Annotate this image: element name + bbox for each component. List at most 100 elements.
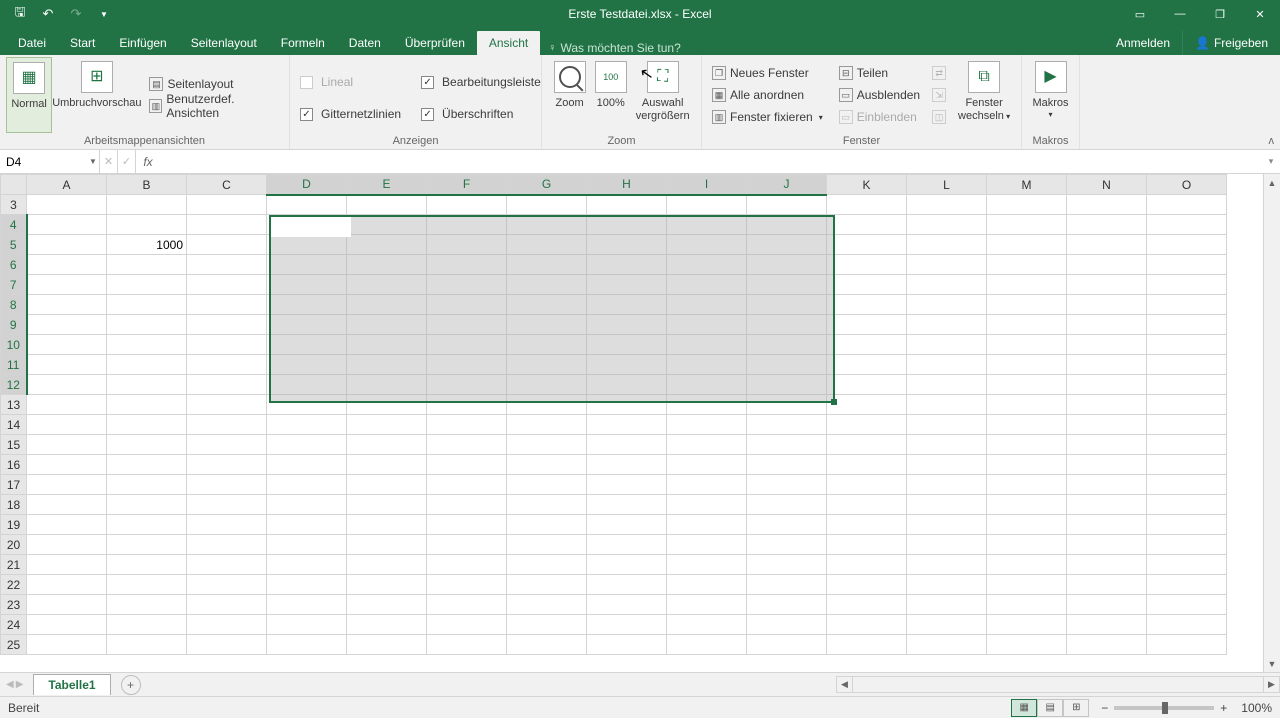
cell[interactable] (667, 615, 747, 635)
cell[interactable] (427, 395, 507, 415)
cell[interactable] (1067, 515, 1147, 535)
cell[interactable] (987, 375, 1067, 395)
cell[interactable] (1147, 375, 1227, 395)
cell[interactable] (1067, 215, 1147, 235)
cell[interactable] (27, 235, 107, 255)
select-all-corner[interactable] (1, 175, 27, 195)
cell[interactable] (267, 315, 347, 335)
qat-customize-icon[interactable]: ▼ (92, 2, 116, 26)
cell[interactable] (27, 535, 107, 555)
row-header[interactable]: 18 (1, 495, 27, 515)
cell[interactable] (587, 575, 667, 595)
cell[interactable] (1147, 195, 1227, 215)
cell[interactable] (107, 555, 187, 575)
cell[interactable] (27, 215, 107, 235)
cell[interactable] (187, 435, 267, 455)
column-header[interactable]: J (747, 175, 827, 195)
cell[interactable] (427, 575, 507, 595)
cell[interactable] (907, 355, 987, 375)
cell[interactable] (587, 455, 667, 475)
cell[interactable] (347, 235, 427, 255)
cell[interactable] (507, 195, 587, 215)
cell[interactable] (907, 495, 987, 515)
cell[interactable] (747, 395, 827, 415)
cell[interactable] (987, 635, 1067, 655)
custom-views-button[interactable]: ▥ Benutzerdef. Ansichten (145, 95, 283, 117)
close-icon[interactable]: ✕ (1240, 0, 1280, 28)
cell[interactable] (667, 315, 747, 335)
cell[interactable] (107, 195, 187, 215)
cell[interactable] (827, 395, 907, 415)
cell[interactable] (1147, 295, 1227, 315)
scroll-left-icon[interactable]: ◀ (836, 676, 853, 693)
cell[interactable] (507, 415, 587, 435)
cell[interactable] (907, 215, 987, 235)
column-header[interactable]: N (1067, 175, 1147, 195)
cell[interactable] (827, 195, 907, 215)
cell[interactable] (267, 475, 347, 495)
cell[interactable] (747, 255, 827, 275)
cell[interactable] (827, 495, 907, 515)
cell[interactable] (587, 595, 667, 615)
cell[interactable] (267, 635, 347, 655)
cell[interactable] (747, 195, 827, 215)
cell[interactable] (987, 455, 1067, 475)
cell[interactable] (427, 435, 507, 455)
cell[interactable] (507, 275, 587, 295)
cell[interactable] (827, 335, 907, 355)
row-header[interactable]: 25 (1, 635, 27, 655)
cell[interactable] (267, 255, 347, 275)
cell[interactable] (107, 215, 187, 235)
cell[interactable] (27, 275, 107, 295)
cell[interactable] (907, 415, 987, 435)
cell[interactable] (827, 415, 907, 435)
cell[interactable] (827, 235, 907, 255)
cell[interactable]: 1000 (107, 235, 187, 255)
cell[interactable] (1067, 375, 1147, 395)
row-header[interactable]: 9 (1, 315, 27, 335)
cell[interactable] (347, 575, 427, 595)
cell[interactable] (347, 635, 427, 655)
cell[interactable] (267, 495, 347, 515)
cell[interactable] (347, 495, 427, 515)
cell[interactable] (187, 455, 267, 475)
cell[interactable] (1067, 575, 1147, 595)
cell[interactable] (267, 275, 347, 295)
cell[interactable] (27, 455, 107, 475)
cell[interactable] (667, 295, 747, 315)
cell[interactable] (427, 375, 507, 395)
cell[interactable] (747, 435, 827, 455)
cell[interactable] (427, 595, 507, 615)
column-header[interactable]: E (347, 175, 427, 195)
cell[interactable] (507, 475, 587, 495)
cell[interactable] (1067, 255, 1147, 275)
cell[interactable] (267, 355, 347, 375)
cell[interactable] (827, 355, 907, 375)
expand-formula-bar-icon[interactable]: ▾ (1262, 150, 1280, 173)
zoom-100-button[interactable]: 100 100% (591, 57, 630, 133)
cell[interactable] (347, 315, 427, 335)
cell[interactable] (747, 575, 827, 595)
cell[interactable] (427, 515, 507, 535)
cell[interactable] (667, 435, 747, 455)
cell[interactable] (827, 555, 907, 575)
row-header[interactable]: 24 (1, 615, 27, 635)
tab-start[interactable]: Start (58, 31, 107, 55)
cell[interactable] (907, 575, 987, 595)
cell[interactable] (27, 295, 107, 315)
cell[interactable] (427, 535, 507, 555)
cell[interactable] (267, 535, 347, 555)
cell[interactable] (907, 595, 987, 615)
cell[interactable] (107, 355, 187, 375)
cell[interactable] (987, 615, 1067, 635)
cell[interactable] (827, 315, 907, 335)
cell[interactable] (427, 615, 507, 635)
cell[interactable] (507, 575, 587, 595)
sheet-tab[interactable]: Tabelle1 (33, 674, 110, 695)
cell[interactable] (507, 515, 587, 535)
cell[interactable] (187, 235, 267, 255)
vertical-scrollbar[interactable]: ▲ ▼ (1263, 174, 1280, 672)
pagebreak-view-shortcut[interactable]: ⊞ (1063, 699, 1089, 717)
column-header[interactable]: D (267, 175, 347, 195)
row-header[interactable]: 13 (1, 395, 27, 415)
